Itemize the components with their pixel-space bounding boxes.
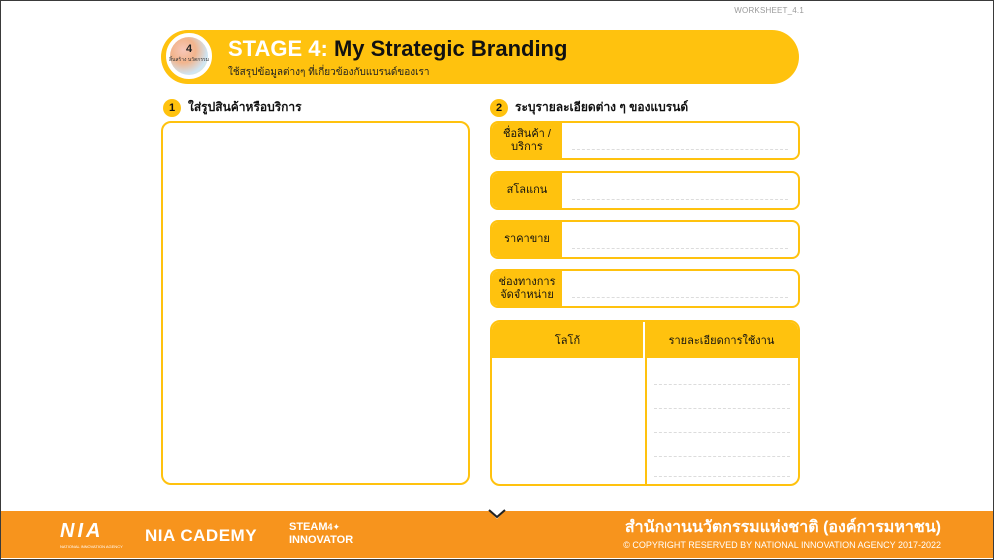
logo-table: โลโก้ รายละเอียดการใช้งาน bbox=[490, 320, 800, 486]
writing-line bbox=[654, 432, 790, 433]
steam-text: STEAM bbox=[289, 521, 328, 533]
worksheet-label: WORKSHEET_4.1 bbox=[734, 6, 804, 15]
field-label: สโลแกน bbox=[492, 173, 562, 208]
chevron-down-icon bbox=[486, 507, 508, 519]
sparkle-icon: ✦ bbox=[332, 522, 341, 532]
nia-logo-text: NIA bbox=[60, 520, 104, 542]
logo-table-body bbox=[492, 358, 798, 484]
section1-heading: 1 ใส่รูปสินค้าหรือบริการ bbox=[163, 98, 302, 117]
section2-title: ระบุรายละเอียดต่าง ๆ ของแบรนด์ bbox=[515, 100, 689, 114]
writing-line bbox=[654, 408, 790, 409]
logo-table-header: โลโก้ รายละเอียดการใช้งาน bbox=[492, 322, 798, 358]
writing-line bbox=[654, 384, 790, 385]
writing-line bbox=[654, 456, 790, 457]
steam4-innovator-logo: STEAM4✦ INNOVATOR bbox=[289, 521, 353, 547]
product-name-field[interactable]: ชื่อสินค้า /บริการ bbox=[490, 121, 800, 160]
title-text: My Strategic Branding bbox=[333, 36, 568, 61]
section1-number: 1 bbox=[163, 98, 181, 117]
badge-text: สิ้นสร้าง นวัตกรรม bbox=[168, 57, 209, 63]
column-divider bbox=[645, 358, 647, 484]
section2-number: 2 bbox=[490, 98, 508, 117]
field-label: ชื่อสินค้า /บริการ bbox=[492, 123, 562, 158]
copyright-text: © COPYRIGHT RESERVED BY NATIONAL INNOVAT… bbox=[623, 540, 941, 550]
price-input[interactable] bbox=[562, 222, 798, 257]
usage-column-header: รายละเอียดการใช้งาน bbox=[668, 335, 775, 347]
slogan-input[interactable] bbox=[562, 173, 798, 208]
price-field[interactable]: ราคาขาย bbox=[490, 220, 800, 259]
innovator-text: INNOVATOR bbox=[289, 534, 354, 546]
channel-field[interactable]: ช่องทางการ จัดจำหน่าย bbox=[490, 269, 800, 308]
product-name-input[interactable] bbox=[562, 123, 798, 158]
slogan-field[interactable]: สโลแกน bbox=[490, 171, 800, 210]
section2-heading: 2 ระบุรายละเอียดต่าง ๆ ของแบรนด์ bbox=[490, 98, 688, 117]
agency-name: สำนักงานนวัตกรรมแห่งชาติ (องค์การมหาชน) bbox=[624, 519, 941, 536]
field-label: ราคาขาย bbox=[492, 222, 562, 257]
nia-logo-subtext: NATIONAL INNOVATION AGENCY bbox=[60, 544, 123, 549]
page-title: STAGE 4: My Strategic Branding bbox=[228, 36, 567, 62]
nia-academy-logo: NIA CADEMY bbox=[145, 526, 258, 545]
product-image-area[interactable] bbox=[161, 121, 470, 485]
page-subtitle: ใช้สรุปข้อมูลต่างๆ ที่เกี่ยวข้องกับแบรนด… bbox=[228, 67, 430, 78]
section1-title: ใส่รูปสินค้าหรือบริการ bbox=[188, 100, 302, 114]
logo-column-header: โลโก้ bbox=[492, 322, 645, 358]
nia-logo: NIA NATIONAL INNOVATION AGENCY bbox=[60, 520, 123, 549]
field-label: ช่องทางการ จัดจำหน่าย bbox=[492, 271, 562, 306]
channel-input[interactable] bbox=[562, 271, 798, 306]
badge-number: 4 bbox=[185, 43, 193, 55]
writing-line bbox=[654, 476, 790, 477]
stage-label: STAGE 4: bbox=[228, 36, 328, 61]
stage-badge-icon: 4 สิ้นสร้าง นวัตกรรม bbox=[163, 30, 215, 82]
